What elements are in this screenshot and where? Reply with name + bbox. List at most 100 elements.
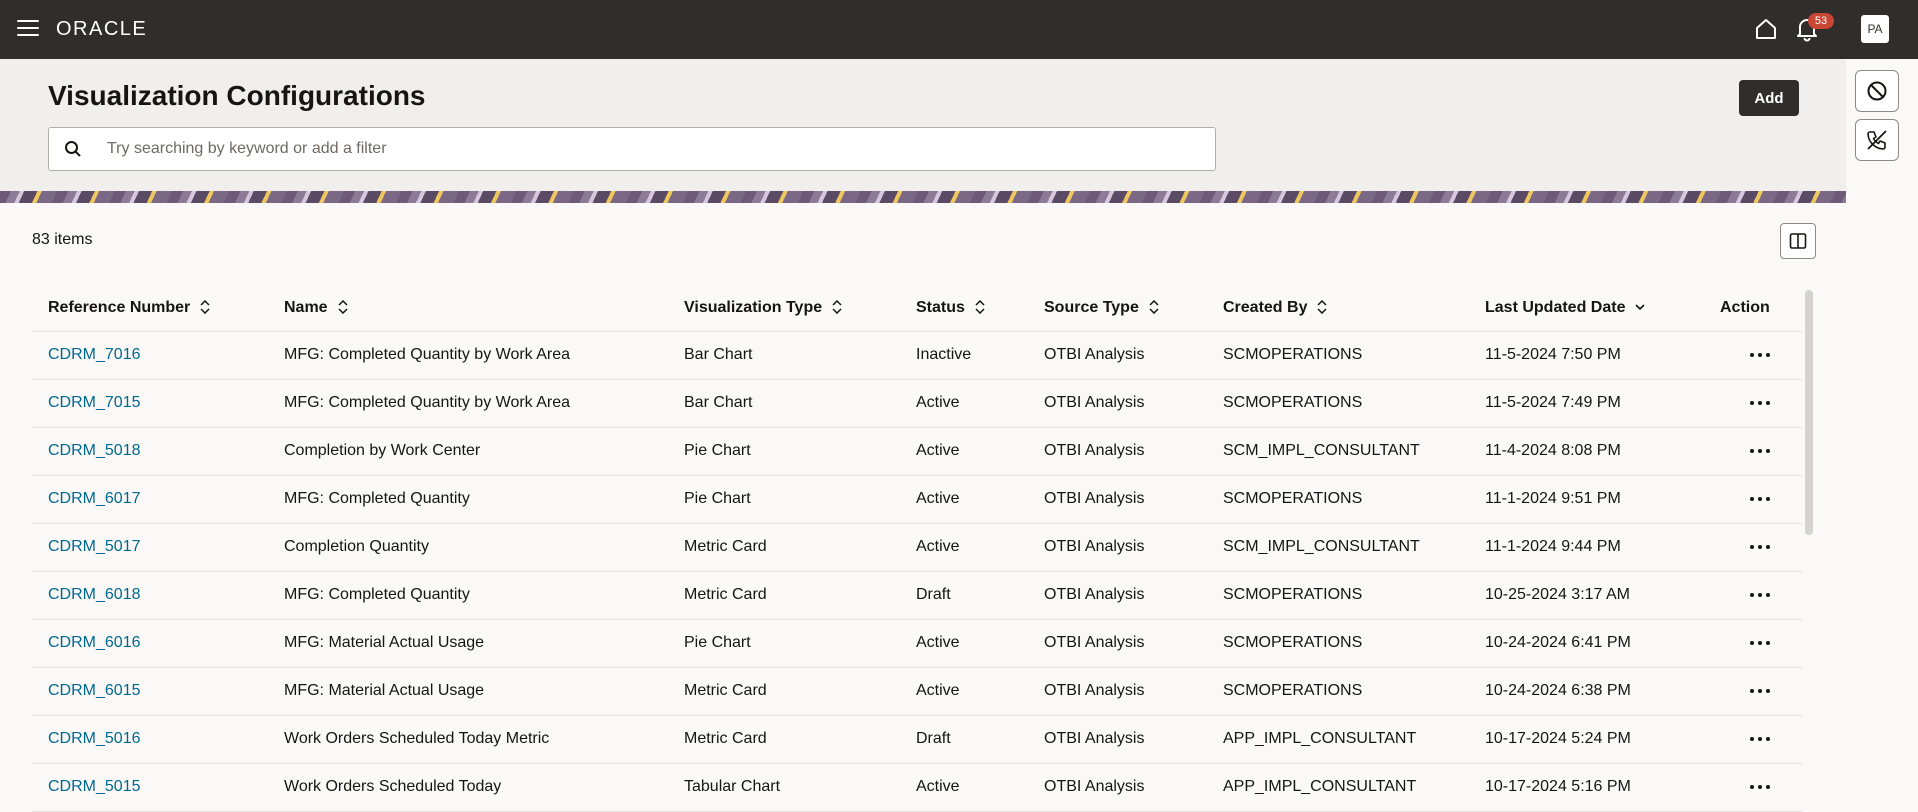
table-row[interactable]: CDRM_6017 MFG: Completed Quantity Pie Char… [32,475,1802,524]
table-row[interactable]: CDRM_6015 MFG: Material Actual Usage Metri… [32,667,1802,716]
visualization-type-cell: Pie Chart [684,490,751,507]
visualization-type-cell: Metric Card [684,538,767,555]
status-cell: Active [916,394,960,411]
table-scrollbar[interactable] [1805,290,1813,535]
more-horizontal-icon[interactable] [1740,393,1780,413]
created-by-cell: SCMOPERATIONS [1223,682,1363,699]
sort-descending-icon[interactable] [1635,303,1646,313]
last-updated-cell: 10-24-2024 6:38 PM [1485,682,1631,699]
status-cell: Draft [916,586,951,603]
search-bar[interactable] [48,127,1216,171]
name-cell: MFG: Material Actual Usage [284,682,485,699]
add-button[interactable]: Add [1739,80,1799,116]
source-type-cell: OTBI Analysis [1044,778,1145,795]
column-header-label: Source Type [1044,299,1139,316]
column-header-label: Status [916,299,965,316]
more-horizontal-icon[interactable] [1740,681,1780,701]
sort-icon[interactable] [1317,299,1328,316]
table-row[interactable]: CDRM_5017 Completion Quantity Metric Card A… [32,523,1802,572]
column-header[interactable]: Last Updated Date [1485,286,1646,330]
last-updated-cell: 10-17-2024 5:24 PM [1485,730,1631,747]
reference-number-link[interactable]: CDRM_5018 [48,427,140,475]
last-updated-cell: 10-17-2024 5:16 PM [1485,778,1631,795]
created-by-cell: APP_IMPL_CONSULTANT [1223,778,1417,795]
created-by-cell: SCM_IMPL_CONSULTANT [1223,442,1420,459]
more-horizontal-icon[interactable] [1740,729,1780,749]
visualization-type-cell: Metric Card [684,586,767,603]
more-horizontal-icon[interactable] [1740,633,1780,653]
visualization-type-cell: Metric Card [684,682,767,699]
table-row[interactable]: CDRM_5016 Work Orders Scheduled Today Met… [32,715,1802,764]
column-header[interactable]: Name [284,286,348,330]
column-header[interactable]: Source Type [1044,286,1159,330]
name-cell: Work Orders Scheduled Today Metric [284,730,550,747]
more-horizontal-icon[interactable] [1740,537,1780,557]
search-icon [65,141,81,157]
reference-number-link[interactable]: CDRM_5015 [48,763,140,811]
created-by-cell: SCMOPERATIONS [1223,346,1363,363]
last-updated-cell: 11-5-2024 7:50 PM [1485,346,1621,363]
table-row[interactable]: CDRM_7015 MFG: Completed Quantity by Work… [32,379,1802,428]
column-header[interactable]: Created By [1223,286,1328,330]
oracle-logo[interactable]: ORACLE [56,18,147,41]
reference-number-link[interactable]: CDRM_6017 [48,475,140,523]
more-horizontal-icon[interactable] [1740,585,1780,605]
created-by-cell: SCMOPERATIONS [1223,394,1363,411]
sort-icon[interactable] [832,299,842,316]
reference-number-link[interactable]: CDRM_7015 [48,379,140,427]
sort-icon[interactable] [200,299,210,316]
source-type-cell: OTBI Analysis [1044,586,1145,603]
hamburger-menu-icon[interactable] [17,20,39,37]
table-row[interactable]: CDRM_6018 MFG: Completed Quantity Metric C… [32,571,1802,620]
avatar[interactable]: PA [1861,15,1889,43]
created-by-cell: APP_IMPL_CONSULTANT [1223,730,1417,747]
visualization-type-cell: Pie Chart [684,442,751,459]
status-cell: Active [916,682,960,699]
status-cell: Active [916,490,960,507]
name-cell: MFG: Completed Quantity [284,490,470,507]
status-cell: Active [916,634,960,651]
table-header: Reference Number Name Visualization Type St… [32,286,1802,332]
column-header[interactable]: Reference Number [48,286,210,330]
name-cell: MFG: Completed Quantity [284,586,470,603]
decorative-banner [0,191,1846,203]
visualization-type-cell: Metric Card [684,730,767,747]
more-horizontal-icon[interactable] [1740,777,1780,797]
split-panel-icon [1789,233,1807,249]
visualization-type-cell: Pie Chart [684,634,751,651]
visualization-type-cell: Bar Chart [684,394,753,411]
source-type-cell: OTBI Analysis [1044,346,1145,363]
reference-number-link[interactable]: CDRM_6018 [48,571,140,619]
reference-number-link[interactable]: CDRM_6016 [48,619,140,667]
reference-number-link[interactable]: CDRM_5017 [48,523,140,571]
created-by-cell: SCMOPERATIONS [1223,634,1363,651]
more-horizontal-icon[interactable] [1740,345,1780,365]
more-horizontal-icon[interactable] [1740,489,1780,509]
reference-number-link[interactable]: CDRM_5016 [48,715,140,763]
sort-icon[interactable] [338,299,348,316]
table-row[interactable]: CDRM_7016 MFG: Completed Quantity by Work… [32,331,1802,380]
toggle-panel-button[interactable] [1780,223,1816,259]
table-row[interactable]: CDRM_5015 Work Orders Scheduled Today Tabu… [32,763,1802,812]
source-type-cell: OTBI Analysis [1044,394,1145,411]
notification-badge: 53 [1808,13,1834,29]
table-row[interactable]: CDRM_5018 Completion by Work Center Pie Ch… [32,427,1802,476]
rail-block-button[interactable] [1855,70,1899,112]
reference-number-link[interactable]: CDRM_6015 [48,667,140,715]
last-updated-cell: 10-25-2024 3:17 AM [1485,586,1630,603]
sort-icon[interactable] [975,299,985,316]
right-rail [1846,59,1918,812]
source-type-cell: OTBI Analysis [1044,682,1145,699]
reference-number-link[interactable]: CDRM_7016 [48,331,140,379]
home-icon[interactable] [1754,17,1778,41]
search-input[interactable] [105,128,1199,170]
column-header[interactable]: Status [916,286,985,330]
sort-icon[interactable] [1149,299,1159,316]
rail-phone-off-button[interactable] [1855,119,1899,161]
table-row[interactable]: CDRM_6016 MFG: Material Actual Usage Pie C… [32,619,1802,668]
created-by-cell: SCM_IMPL_CONSULTANT [1223,538,1420,555]
last-updated-cell: 10-24-2024 6:41 PM [1485,634,1631,651]
column-header[interactable]: Visualization Type [684,286,842,330]
name-cell: MFG: Completed Quantity by Work Area [284,346,571,363]
more-horizontal-icon[interactable] [1740,441,1780,461]
